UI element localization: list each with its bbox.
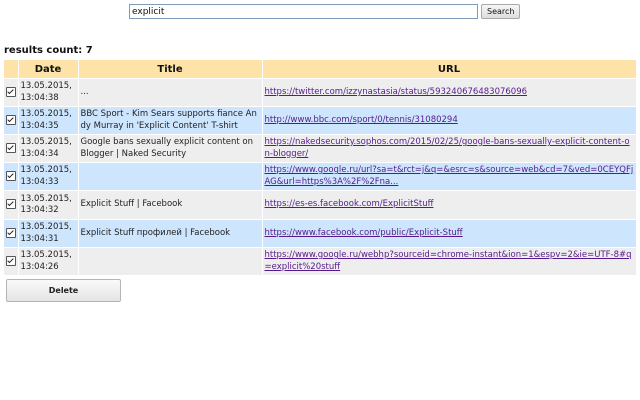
row-checkbox[interactable] [6,199,16,209]
row-title: Explicit Stuff профилей | Facebook [78,219,263,248]
row-checkbox[interactable] [6,255,16,266]
row-url-link[interactable]: https://www.facebook.com/public/Explicit… [265,228,463,238]
row-date: 13.05.2015, 13:04:32 [18,190,79,220]
row-date: 13.05.2015, 13:04:26 [18,247,79,275]
search-button[interactable]: Search [481,4,521,19]
table-row: 13.05.2015, 13:04:35 BBC Sport - Kim Sea… [4,106,637,135]
row-url-link[interactable]: https://twitter.com/izzynastasia/status/… [265,87,528,97]
row-checkbox[interactable] [6,170,16,181]
table-header-row: Date Title URL [4,60,637,79]
row-checkbox[interactable] [6,142,16,153]
search-bar: Search [129,4,521,19]
row-url-link[interactable]: https://www.google.ru/webhp?sourceid=chr… [265,250,632,272]
row-title: BBC Sport - Kim Sears supports fiance An… [78,106,263,135]
row-date: 13.05.2015, 13:04:33 [18,162,79,191]
row-title: Explicit Stuff | Facebook [78,190,263,220]
results-table: Date Title URL 13.05.2015, 13:04:38 ... … [4,60,637,275]
table-row: 13.05.2015, 13:04:33 https://www.google.… [4,162,637,191]
row-checkbox[interactable] [6,86,16,97]
row-date: 13.05.2015, 13:04:31 [18,219,79,248]
row-checkbox[interactable] [6,227,16,238]
row-url-link[interactable]: https://es-es.facebook.com/ExplicitStuff [265,199,434,209]
row-date: 13.05.2015, 13:04:35 [18,106,79,135]
results-count: results count: 7 [4,45,93,56]
select-column-header [4,60,19,79]
date-column-header[interactable]: Date [18,60,79,79]
table-row: 13.05.2015, 13:04:38 ... https://twitter… [4,78,637,107]
row-checkbox[interactable] [6,114,16,125]
table-row: 13.05.2015, 13:04:32 Explicit Stuff | Fa… [4,190,637,220]
search-input[interactable] [129,4,478,19]
delete-button[interactable]: Delete [6,279,121,302]
row-url-link[interactable]: https://nakedsecurity.sophos.com/2015/02… [265,137,630,159]
title-column-header[interactable]: Title [78,60,263,79]
table-row: 13.05.2015, 13:04:26 https://www.google.… [4,247,637,275]
row-date: 13.05.2015, 13:04:38 [18,78,79,107]
url-column-header[interactable]: URL [262,60,637,79]
row-title [78,162,263,191]
row-url-link[interactable]: http://www.bbc.com/sport/0/tennis/310802… [265,115,458,125]
row-date: 13.05.2015, 13:04:34 [18,134,79,163]
table-row: 13.05.2015, 13:04:31 Explicit Stuff проф… [4,219,637,248]
row-title [78,247,263,275]
row-title: Google bans sexually explicit content on… [78,134,263,163]
row-url-link[interactable]: https://www.google.ru/url?sa=t&rct=j&q=&… [265,165,634,187]
row-title: ... [78,78,263,107]
table-row: 13.05.2015, 13:04:34 Google bans sexuall… [4,134,637,163]
